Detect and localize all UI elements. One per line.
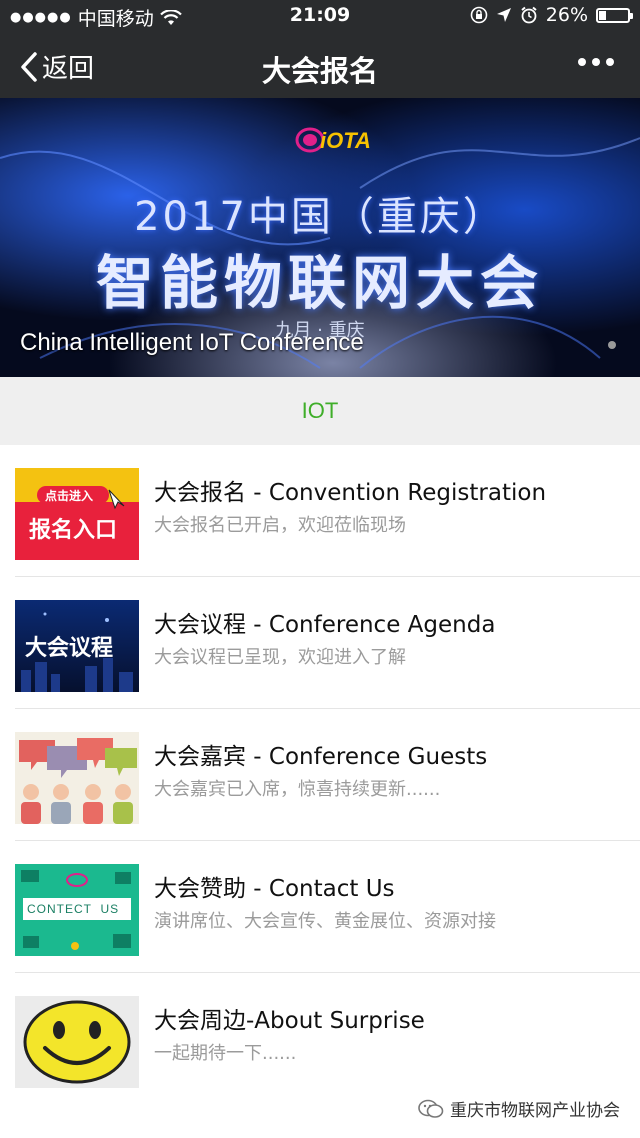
thumb-text: 大会议程 — [25, 636, 114, 661]
top-bar: ●●●●● 中国移动 21:09 26% 返回 大会报名 — [0, 0, 640, 98]
list-item[interactable]: 大会嘉宾 - Conference Guests 大会嘉宾已入席，惊喜持续更新.… — [15, 709, 640, 841]
battery-icon — [596, 7, 633, 23]
thumbnail-surprise — [15, 996, 139, 1088]
carousel-indicator[interactable] — [608, 341, 616, 349]
more-menu-button[interactable] — [578, 58, 614, 66]
banner-caption: China Intelligent IoT Conference — [20, 329, 364, 356]
thumb-text: 报名入口 — [29, 518, 118, 543]
item-title: 大会嘉宾 - Conference Guests — [154, 744, 488, 770]
list-item[interactable]: 大会议程 大会议程 - Conference Agenda 大会议程已呈现，欢迎… — [15, 577, 640, 709]
more-dot-icon — [606, 58, 614, 66]
more-dot-icon — [592, 58, 600, 66]
status-bar: ●●●●● 中国移动 21:09 26% — [0, 0, 640, 34]
article-list: 点击进入 报名入口 大会报名 - Convention Registration… — [0, 445, 640, 1104]
list-item[interactable]: 点击进入 报名入口 大会报名 - Convention Registration… — [15, 445, 640, 577]
thumbnail-registration: 点击进入 报名入口 — [15, 468, 139, 560]
banner-headline-line1: 2017中国（重庆） — [134, 194, 506, 240]
more-dot-icon — [578, 58, 586, 66]
wechat-icon — [418, 1099, 444, 1118]
location-icon — [496, 8, 511, 22]
item-title: 大会议程 - Conference Agenda — [154, 612, 496, 638]
guests-image — [15, 732, 139, 824]
thumb-tag: 点击进入 — [45, 489, 94, 503]
item-subtitle: 大会嘉宾已入席，惊喜持续更新...... — [154, 779, 441, 800]
logo-text: iOTA — [320, 128, 371, 153]
account-watermark: 重庆市物联网产业协会 — [418, 1096, 620, 1121]
alarm-icon — [521, 6, 537, 24]
battery-fill — [599, 10, 606, 20]
banner-headline-line2: 智能物联网大会 — [95, 249, 544, 317]
smiley-icon — [15, 996, 139, 1088]
account-name: 重庆市物联网产业协会 — [450, 1101, 620, 1121]
page-title: 大会报名 — [261, 54, 378, 88]
list-item[interactable]: 大会周边-About Surprise 一起期待一下...... — [15, 973, 640, 1104]
thumb-text: CONTECT US — [27, 902, 120, 916]
category-header[interactable]: IOT — [0, 377, 640, 445]
navigation-bar: 返回 大会报名 — [0, 34, 640, 98]
battery-percent: 26% — [545, 4, 588, 26]
banner-carousel[interactable]: iOTA 2017中国（重庆） 智能物联网大会 九月 · 重庆 China In… — [0, 98, 640, 377]
item-title: 大会报名 - Convention Registration — [154, 480, 547, 506]
item-subtitle: 大会报名已开启，欢迎莅临现场 — [154, 515, 406, 536]
rotation-lock-icon — [470, 6, 488, 24]
thumbnail-agenda: 大会议程 — [15, 600, 139, 692]
item-subtitle: 演讲席位、大会宣传、黄金展位、资源对接 — [154, 911, 496, 932]
list-item[interactable]: CONTECT US 大会赞助 - Contact Us 演讲席位、大会宣传、黄… — [15, 841, 640, 973]
item-title: 大会周边-About Surprise — [154, 1008, 425, 1034]
thumbnail-contact: CONTECT US — [15, 864, 139, 956]
thumbnail-guests — [15, 732, 139, 824]
item-subtitle: 一起期待一下...... — [154, 1043, 297, 1064]
item-title: 大会赞助 - Contact Us — [154, 876, 395, 902]
item-subtitle: 大会议程已呈现，欢迎进入了解 — [154, 647, 406, 668]
